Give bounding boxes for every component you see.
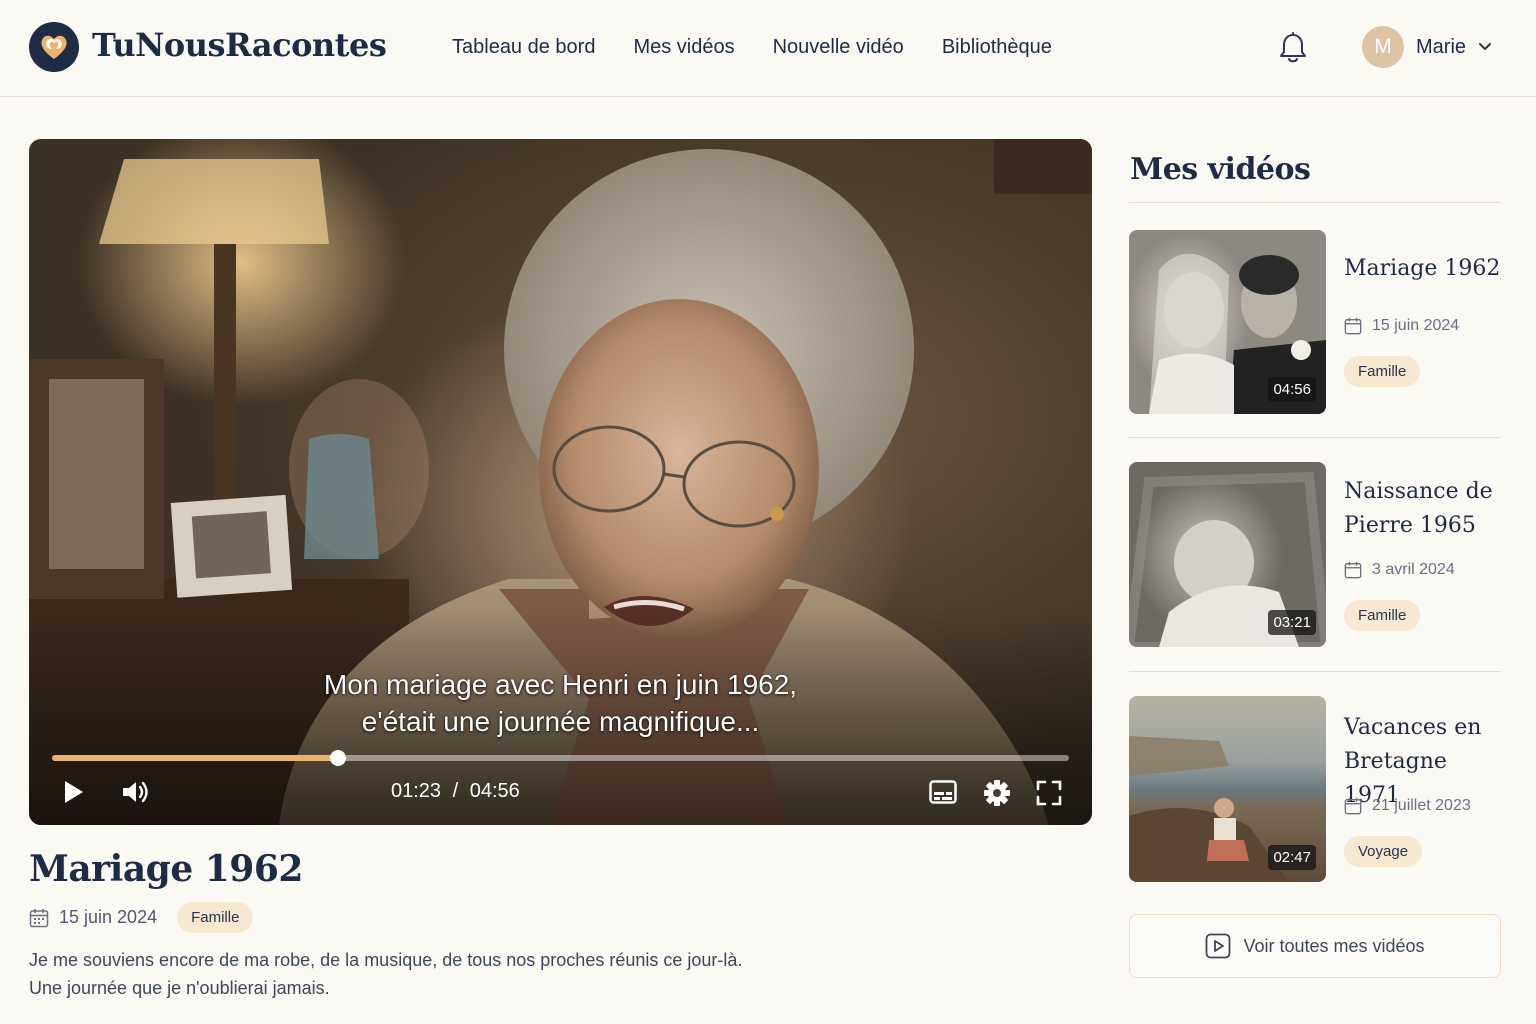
subtitles-icon[interactable] xyxy=(929,780,957,809)
time-display: 01:23 / 04:56 xyxy=(391,780,520,803)
nav-item-new-video[interactable]: Nouvelle vidéo xyxy=(773,36,904,59)
subtitle-caption: Mon mariage avec Henri en juin 1962, e'é… xyxy=(29,666,1092,740)
card-tag[interactable]: Famille xyxy=(1344,600,1421,631)
video-thumbnail[interactable]: 04:56 xyxy=(1129,230,1326,414)
total-duration: 04:56 xyxy=(469,780,520,802)
video-thumbnail[interactable]: 02:47 xyxy=(1129,696,1326,882)
progress-bar[interactable] xyxy=(52,750,1069,766)
card-tag[interactable]: Famille xyxy=(1344,356,1421,387)
video-player[interactable]: Mon mariage avec Henri en juin 1962, e'é… xyxy=(29,139,1092,825)
video-meta: 15 juin 2024 Famille xyxy=(29,902,254,933)
card-divider xyxy=(1129,671,1501,672)
subtitle-line-2: e'était une journée magnifique... xyxy=(361,706,760,737)
time-separator: / xyxy=(452,780,459,802)
card-title: Mariage 1962 xyxy=(1344,256,1501,281)
bell-icon[interactable] xyxy=(1278,32,1308,64)
card-date-row: 15 juin 2024 xyxy=(1344,317,1459,335)
video-card[interactable]: 03:21 Naissance de Pierre 1965 3 avril 2… xyxy=(1129,462,1501,672)
calendar-icon xyxy=(29,908,49,927)
settings-gear-icon[interactable] xyxy=(983,779,1011,812)
video-card[interactable]: 04:56 Mariage 1962 15 juin 2024 Famille xyxy=(1129,230,1501,438)
calendar-icon xyxy=(1344,561,1362,579)
top-header: TuNousRacontes Tableau de bord Mes vidéo… xyxy=(0,0,1536,97)
volume-icon[interactable] xyxy=(121,779,151,810)
subtitle-line-1: Mon mariage avec Henri en juin 1962, xyxy=(323,669,798,700)
see-all-label: Voir toutes mes vidéos xyxy=(1243,935,1425,956)
card-date: 3 avril 2024 xyxy=(1372,561,1455,578)
sidebar-divider xyxy=(1129,202,1501,203)
progress-fill xyxy=(52,755,338,761)
sidebar-title: Mes vidéos xyxy=(1130,152,1311,187)
card-date: 21 juillet 2023 xyxy=(1372,797,1471,814)
calendar-icon xyxy=(1344,797,1362,815)
app-logo-text[interactable]: TuNousRacontes xyxy=(92,26,387,64)
see-all-videos-button[interactable]: Voir toutes mes vidéos xyxy=(1129,914,1501,978)
video-thumbnail[interactable]: 03:21 xyxy=(1129,462,1326,647)
description-line-1: Je me souviens encore de ma robe, de la … xyxy=(29,950,743,970)
category-tag[interactable]: Famille xyxy=(177,902,254,933)
logo-heart-icon[interactable] xyxy=(29,22,79,72)
description-line-2: Une journée que je n'oublierai jamais. xyxy=(29,978,330,998)
main-nav: Tableau de bord Mes vidéos Nouvelle vidé… xyxy=(452,36,1052,59)
user-menu[interactable]: M Marie xyxy=(1362,26,1492,68)
fullscreen-icon[interactable] xyxy=(1036,780,1062,811)
video-description: Je me souviens encore de ma robe, de la … xyxy=(29,946,742,1002)
card-date-row: 21 juillet 2023 xyxy=(1344,797,1471,815)
video-date: 15 juin 2024 xyxy=(59,907,158,927)
duration-badge: 03:21 xyxy=(1268,610,1316,635)
nav-item-dashboard[interactable]: Tableau de bord xyxy=(452,36,595,59)
card-tag[interactable]: Voyage xyxy=(1344,836,1423,867)
card-date-row: 3 avril 2024 xyxy=(1344,561,1455,579)
video-card[interactable]: 02:47 Vacances en Bretagne 1971 21 juill… xyxy=(1129,696,1501,882)
duration-badge: 04:56 xyxy=(1268,377,1316,402)
progress-handle[interactable] xyxy=(329,750,346,766)
card-date: 15 juin 2024 xyxy=(1372,317,1460,334)
play-icon[interactable] xyxy=(62,779,86,810)
nav-item-my-videos[interactable]: Mes vidéos xyxy=(633,36,734,59)
calendar-icon xyxy=(1344,317,1362,335)
card-title: Naissance de Pierre 1965 xyxy=(1344,479,1493,538)
nav-item-library[interactable]: Bibliothèque xyxy=(942,36,1052,59)
current-time: 01:23 xyxy=(391,780,442,802)
user-name: Marie xyxy=(1416,35,1467,58)
card-divider xyxy=(1129,437,1501,438)
chevron-down-icon xyxy=(1479,43,1492,50)
avatar: M xyxy=(1362,26,1404,68)
video-title: Mariage 1962 xyxy=(29,848,303,890)
duration-badge: 02:47 xyxy=(1268,845,1316,870)
play-square-icon xyxy=(1206,933,1231,959)
